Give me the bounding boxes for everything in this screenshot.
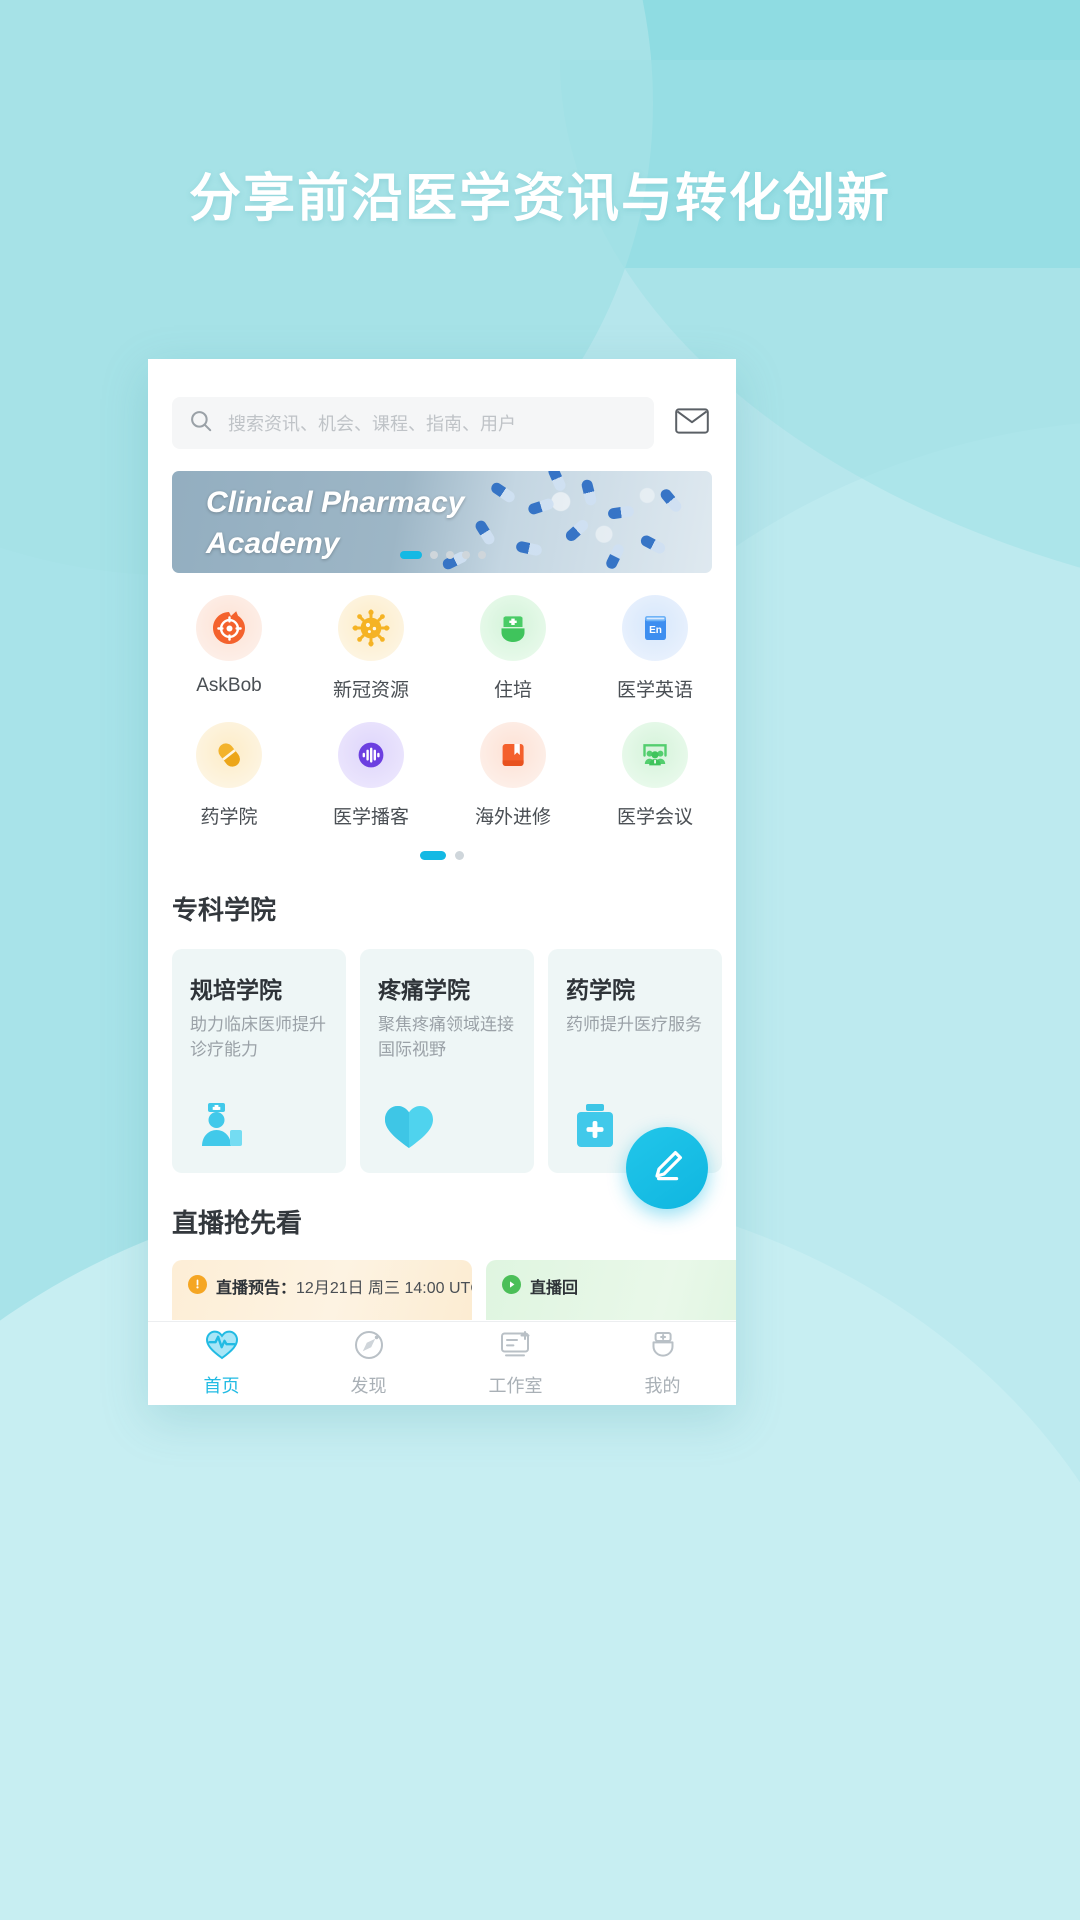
specialty-card[interactable]: 规培学院 助力临床医师提升诊疗能力 xyxy=(172,949,346,1173)
grid-item-label: 医学播客 xyxy=(332,807,409,828)
banner-carousel[interactable]: Clinical Pharmacy Academy xyxy=(148,449,736,573)
grid-item-overseas[interactable]: 海外进修 xyxy=(442,722,584,829)
live-card[interactable]: 直播回 xyxy=(486,1260,736,1320)
live-card-prefix: 直播预告： xyxy=(216,1280,297,1297)
mail-icon xyxy=(675,407,709,440)
profile-icon xyxy=(647,1329,679,1366)
grid-item-covid[interactable]: 新冠资源 xyxy=(300,595,442,702)
grid-item-label: 海外进修 xyxy=(474,807,551,828)
specialty-card-title: 规培学院 xyxy=(190,977,282,1003)
bookmark-icon xyxy=(480,722,546,788)
search-icon xyxy=(188,408,214,439)
live-icon xyxy=(502,1275,521,1294)
specialty-card-desc: 聚焦疼痛领域连接国际视野 xyxy=(378,1015,514,1059)
grid-item-label: AskBob xyxy=(196,675,262,696)
book-en-icon: En xyxy=(622,595,688,661)
search-input[interactable]: 搜索资讯、机会、课程、指南、用户 xyxy=(172,397,654,449)
heart-icon xyxy=(382,1095,438,1151)
heart-pulse-icon xyxy=(205,1329,239,1366)
grid-dot[interactable] xyxy=(455,851,464,860)
pencil-icon xyxy=(646,1145,688,1192)
banner-dot[interactable] xyxy=(430,551,438,559)
waveform-icon xyxy=(338,722,404,788)
compass-icon xyxy=(353,1329,385,1366)
grid-item-askbob[interactable]: AskBob xyxy=(158,595,300,702)
live-card-prefix: 直播回 xyxy=(530,1280,579,1297)
tab-profile[interactable]: 我的 xyxy=(589,1322,736,1405)
banner-title: Clinical Pharmacy Academy xyxy=(206,486,465,560)
grid-item-label: 新冠资源 xyxy=(332,680,409,701)
tab-label: 首页 xyxy=(203,1376,240,1396)
specialty-card[interactable]: 疼痛学院 聚焦疼痛领域连接国际视野 xyxy=(360,949,534,1173)
banner-dot[interactable] xyxy=(400,551,422,559)
banner-dot[interactable] xyxy=(462,551,470,559)
conference-icon xyxy=(622,722,688,788)
phone-mockup: 搜索资讯、机会、课程、指南、用户 Clinical Pharmacy Acade… xyxy=(148,359,736,1405)
grid-item-pharmacy-academy[interactable]: 药学院 xyxy=(158,722,300,829)
banner-dots[interactable] xyxy=(400,551,486,559)
specialty-section-title: 专科学院 xyxy=(172,895,277,925)
mail-button[interactable] xyxy=(672,403,712,443)
tab-label: 工作室 xyxy=(488,1376,543,1396)
specialty-card-title: 药学院 xyxy=(566,977,635,1003)
live-card[interactable]: 直播预告：12月21日 周三 14:00 UTC+8 xyxy=(172,1260,472,1320)
alert-icon xyxy=(188,1275,207,1294)
live-card-text: 直播回 xyxy=(530,1274,578,1298)
virus-icon xyxy=(338,595,404,661)
capsule-icon xyxy=(196,722,262,788)
grid-pagination-dots[interactable] xyxy=(148,829,736,860)
specialty-card-desc: 助力临床医师提升诊疗能力 xyxy=(190,1015,326,1059)
search-row: 搜索资讯、机会、课程、指南、用户 xyxy=(148,359,736,449)
bottom-tab-bar: 首页 发现 工作室 我的 xyxy=(148,1321,736,1405)
tab-home[interactable]: 首页 xyxy=(148,1322,295,1405)
grid-item-conference[interactable]: 医学会议 xyxy=(584,722,726,829)
compose-fab-button[interactable] xyxy=(626,1127,708,1209)
grid-item-label: 医学英语 xyxy=(616,680,693,701)
specialty-card-title: 疼痛学院 xyxy=(378,977,470,1003)
svg-text:En: En xyxy=(649,625,662,636)
banner-dot[interactable] xyxy=(446,551,454,559)
medicine-box-icon xyxy=(570,1095,626,1151)
tab-label: 发现 xyxy=(350,1376,387,1396)
app-screen: 搜索资讯、机会、课程、指南、用户 Clinical Pharmacy Acade… xyxy=(148,359,736,1321)
live-section-title: 直播抢先看 xyxy=(172,1208,303,1238)
page-headline: 分享前沿医学资讯与转化创新 xyxy=(188,170,891,228)
tab-discover[interactable]: 发现 xyxy=(295,1322,442,1405)
grid-item-label: 住培 xyxy=(493,680,532,701)
grid-dot[interactable] xyxy=(420,851,446,860)
grid-item-label: 医学会议 xyxy=(616,807,693,828)
grid-item-residency[interactable]: 住培 xyxy=(442,595,584,702)
nurse-cap-icon xyxy=(480,595,546,661)
banner-slide[interactable]: Clinical Pharmacy Academy xyxy=(172,471,712,573)
grid-item-podcast[interactable]: 医学播客 xyxy=(300,722,442,829)
target-icon xyxy=(196,595,262,661)
grid-item-medical-english[interactable]: En 医学英语 xyxy=(584,595,726,702)
quick-entry-grid: AskBob 新冠资源 住培 En 医学英语 药学院 医学播客 海外进修 医学会… xyxy=(148,573,736,829)
live-card-text: 直播预告：12月21日 周三 14:00 UTC+8 xyxy=(216,1274,472,1298)
live-card-list: 直播预告：12月21日 周三 14:00 UTC+8 直播回 xyxy=(148,1240,736,1320)
grid-item-label: 药学院 xyxy=(200,807,258,828)
tab-label: 我的 xyxy=(644,1376,681,1396)
search-placeholder: 搜索资讯、机会、课程、指南、用户 xyxy=(228,414,516,434)
doctor-icon xyxy=(194,1095,250,1151)
workspace-icon xyxy=(499,1329,533,1366)
specialty-card-desc: 药师提升医疗服务 xyxy=(566,1015,702,1034)
tab-workspace[interactable]: 工作室 xyxy=(442,1322,589,1405)
banner-dot[interactable] xyxy=(478,551,486,559)
live-card-detail: 12月21日 周三 14:00 UTC+8 xyxy=(296,1280,472,1297)
